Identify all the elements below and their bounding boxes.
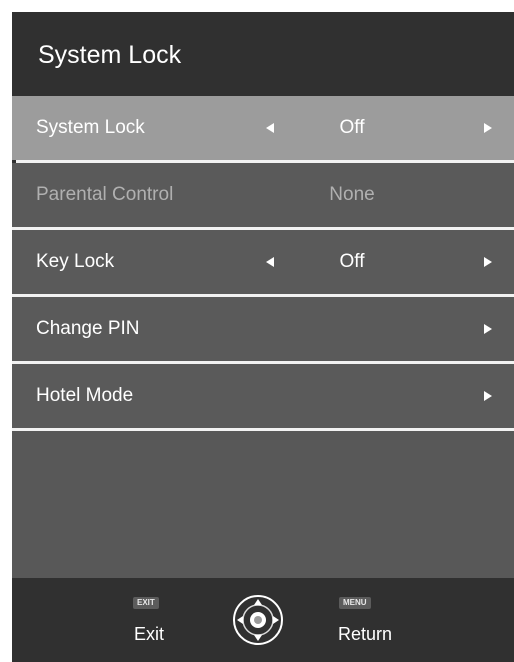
menu-item-hotel-mode[interactable]: Hotel Mode [12,364,514,428]
menu-item-system-lock[interactable]: System Lock Off [12,96,514,160]
menu-item-key-lock[interactable]: Key Lock Off [12,230,514,294]
system-lock-menu: System Lock System Lock Off Parental Con… [12,12,514,662]
arrow-right-icon[interactable] [484,257,492,267]
navigation-pad-icon [233,595,283,645]
divider [12,428,514,431]
menu-item-label: System Lock [36,117,145,138]
menu-item-label: Parental Control [36,184,174,205]
arrow-left-icon[interactable] [266,257,274,267]
arrow-right-icon[interactable] [484,324,492,334]
menu-key-badge: MENU [339,597,371,609]
exit-label[interactable]: Exit [134,624,164,645]
menu-item-parental-control: Parental Control None [12,163,514,227]
menu-item-value: Off [339,251,365,272]
menu-item-change-pin[interactable]: Change PIN [12,297,514,361]
return-label[interactable]: Return [338,624,392,645]
footer-bar: EXIT Exit MENU Return [12,578,514,662]
menu-item-label: Hotel Mode [36,385,134,406]
arrow-right-icon[interactable] [484,123,492,133]
menu-item-label: Change PIN [36,318,140,339]
menu-item-value: Off [339,117,365,138]
page-title: System Lock [38,41,182,69]
title-bar: System Lock [12,12,514,96]
exit-key-badge: EXIT [133,597,159,609]
menu-item-label: Key Lock [36,251,115,272]
arrow-left-icon[interactable] [266,123,274,133]
menu-item-value: None [329,184,375,205]
arrow-right-icon[interactable] [484,391,492,401]
